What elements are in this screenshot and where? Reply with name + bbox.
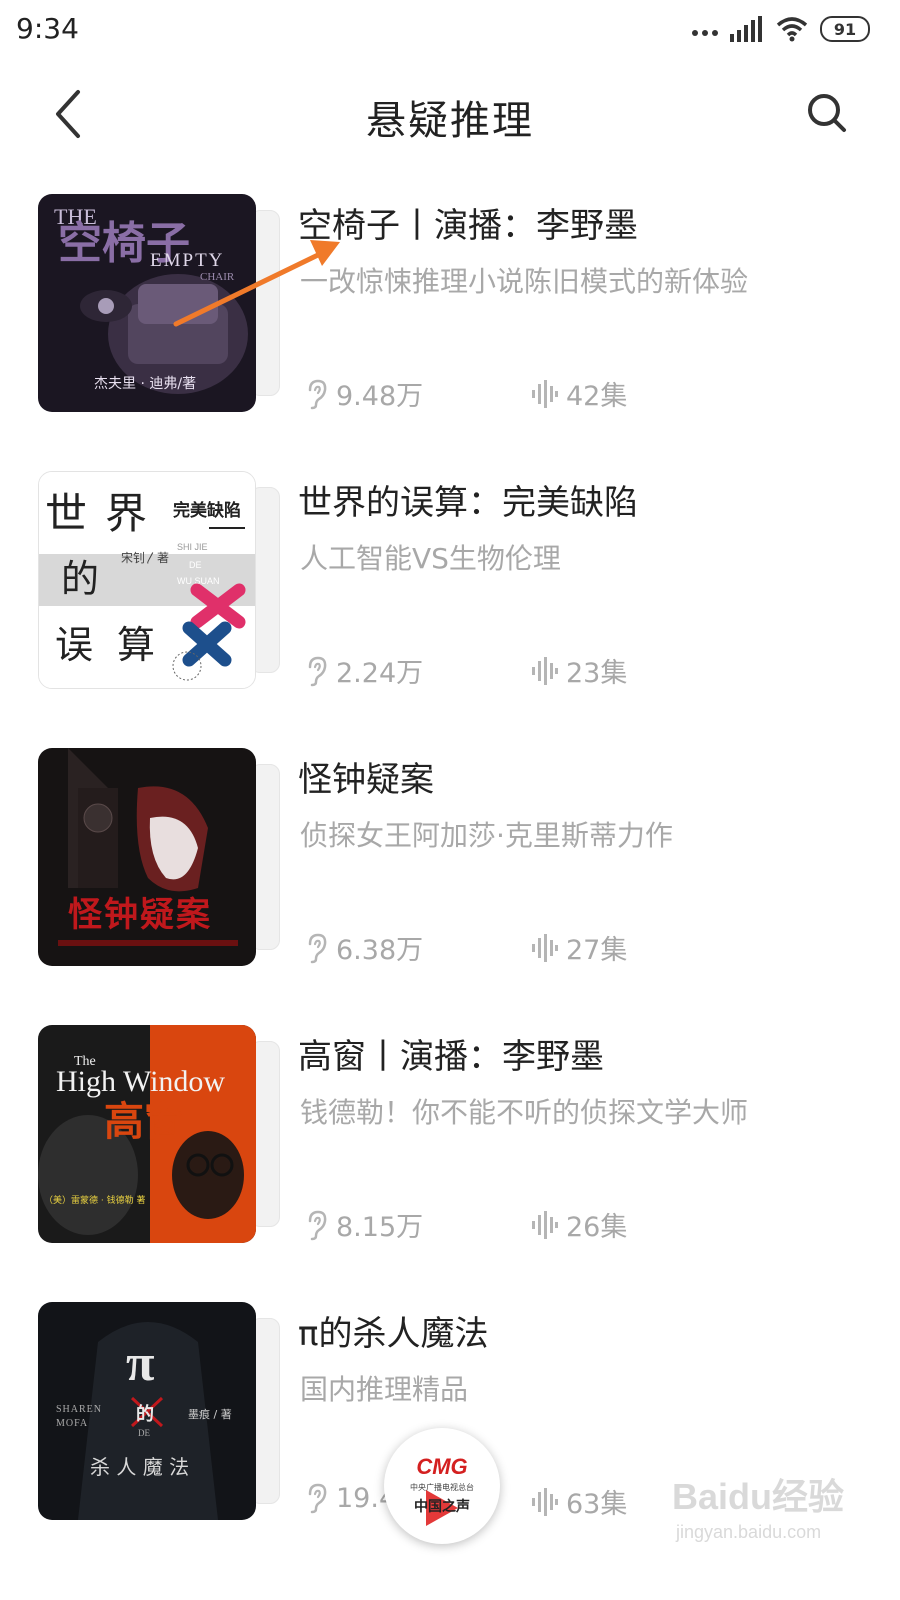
episode-count-value: 42集 xyxy=(566,381,628,412)
search-button[interactable] xyxy=(802,88,854,140)
baidu-watermark: Baidu经验 jingyan.baidu.com xyxy=(672,1468,852,1558)
episode-count: 27集 xyxy=(532,928,627,967)
episode-count: 63集 xyxy=(532,1482,627,1521)
listen-count: 19.4 xyxy=(306,1482,396,1514)
signal-icon xyxy=(730,16,762,42)
more-dots-icon xyxy=(692,30,718,36)
audio-wave-icon xyxy=(532,933,558,962)
search-icon xyxy=(808,94,846,132)
battery-indicator: 91 xyxy=(820,16,870,42)
listen-count-value: 9.48万 xyxy=(336,381,424,412)
cover-text: 算 xyxy=(117,623,155,667)
cover-text: 高窗 xyxy=(104,1099,184,1145)
cover-text: 墨痕 / 著 xyxy=(188,1407,232,1421)
listen-count: 2.24万 xyxy=(306,651,423,690)
cmg-logo: CMG xyxy=(416,1454,468,1479)
cover-text: EMPTY xyxy=(150,250,224,271)
audio-wave-icon xyxy=(532,379,558,408)
episode-count-value: 26集 xyxy=(566,1212,628,1243)
watermark-main: Baidu经验 xyxy=(672,1476,845,1517)
book-title: π的杀人魔法 xyxy=(298,1314,489,1354)
book-desc: 国内推理精品 xyxy=(300,1373,469,1406)
cover-wrap: 世 界 的 误 算 完美缺陷 宋钊〳著 SHI JIE DE WU SUAN xyxy=(38,471,280,689)
episode-count-value: 23集 xyxy=(566,658,628,689)
cover-text: 界 xyxy=(105,489,147,538)
episode-count: 42集 xyxy=(532,374,627,413)
cover-text: DE xyxy=(138,1428,150,1438)
book-item[interactable]: 世 界 的 误 算 完美缺陷 宋钊〳著 SHI JIE DE WU SUAN 世… xyxy=(0,457,900,734)
episode-count-value: 27集 xyxy=(566,935,628,966)
cover-text: CHAIR xyxy=(200,271,235,283)
cover-text: DE xyxy=(189,560,202,570)
book-list: THE 空椅子 EMPTY CHAIR 杰夫里 · 迪弗/著 空椅子丨演播：李野… xyxy=(0,180,900,1565)
floating-player-button[interactable]: CMG 中央广播电视总台 中国之声 xyxy=(384,1428,500,1544)
cover-text: （美）雷蒙德 · 钱德勒 著 xyxy=(44,1194,145,1206)
status-icons: 91 xyxy=(692,16,870,42)
cover-text: 杰夫里 · 迪弗/著 xyxy=(94,376,196,392)
book-cover[interactable]: π 的 DE 杀 人 魔 法 墨痕 / 著 SHAREN MOFA xyxy=(38,1302,256,1520)
listen-count: 6.38万 xyxy=(306,928,423,967)
cover-wrap: THE 空椅子 EMPTY CHAIR 杰夫里 · 迪弗/著 xyxy=(38,194,280,412)
episode-count: 23集 xyxy=(532,651,627,690)
cover-text: 怪钟疑案 xyxy=(68,895,212,935)
cover-text: 杀 人 魔 法 xyxy=(90,1455,189,1479)
book-title: 空椅子丨演播：李野墨 xyxy=(298,206,638,246)
cover-text: SHAREN xyxy=(56,1404,102,1415)
player-station-name: 中国之声 xyxy=(414,1499,470,1515)
cover-text: 世 xyxy=(45,489,87,538)
book-title: 高窗丨演播：李野墨 xyxy=(298,1037,604,1077)
book-title: 怪钟疑案 xyxy=(298,760,434,800)
book-cover[interactable]: 世 界 的 误 算 完美缺陷 宋钊〳著 SHI JIE DE WU SUAN xyxy=(38,471,256,689)
cover-text: 误 xyxy=(55,623,93,667)
ear-icon xyxy=(308,656,327,686)
cover-text: MOFA xyxy=(56,1418,88,1429)
listen-count-value: 6.38万 xyxy=(336,935,424,966)
episode-count: 26集 xyxy=(532,1205,627,1244)
audio-wave-icon xyxy=(532,1487,558,1516)
audio-wave-icon xyxy=(532,1210,558,1239)
book-desc: 人工智能VS生物伦理 xyxy=(300,542,561,575)
header: 悬疑推理 xyxy=(0,70,900,160)
episode-count-value: 63集 xyxy=(566,1489,628,1520)
cover-wrap: π 的 DE 杀 人 魔 法 墨痕 / 著 SHAREN MOFA xyxy=(38,1302,280,1520)
book-desc: 一改惊悚推理小说陈旧模式的新体验 xyxy=(300,265,749,298)
cover-text: 的 xyxy=(61,557,99,601)
ear-icon xyxy=(308,1210,327,1240)
ear-icon xyxy=(308,933,327,963)
audio-wave-icon xyxy=(532,656,558,685)
ear-icon xyxy=(308,379,327,409)
cover-text: 完美缺陷 xyxy=(173,500,241,521)
listen-count-value: 2.24万 xyxy=(336,658,424,689)
book-cover[interactable]: 怪钟疑案 xyxy=(38,748,256,966)
listen-count: 8.15万 xyxy=(306,1205,423,1244)
page-title: 悬疑推理 xyxy=(366,98,534,144)
book-title: 世界的误算：完美缺陷 xyxy=(298,483,638,523)
book-desc: 侦探女王阿加莎·克里斯蒂力作 xyxy=(300,819,673,852)
book-item[interactable]: The High Window 高窗 （美）雷蒙德 · 钱德勒 著 高窗丨演播：… xyxy=(0,1011,900,1288)
cover-text: 宋钊〳著 xyxy=(121,550,169,565)
watermark-sub: jingyan.baidu.com xyxy=(676,1522,822,1542)
book-desc: 钱德勒！你不能不听的侦探文学大师 xyxy=(300,1096,749,1129)
wifi-icon xyxy=(776,17,808,42)
ear-icon xyxy=(308,1483,327,1514)
status-bar: 9:34 91 xyxy=(0,0,900,62)
status-time: 9:34 xyxy=(16,12,79,45)
cover-text: π xyxy=(126,1335,155,1392)
listen-count: 9.48万 xyxy=(306,374,423,413)
book-cover[interactable]: The High Window 高窗 （美）雷蒙德 · 钱德勒 著 xyxy=(38,1025,256,1243)
cover-wrap: The High Window 高窗 （美）雷蒙德 · 钱德勒 著 xyxy=(38,1025,280,1243)
cover-text: High Window xyxy=(56,1065,225,1098)
cover-text: SHI JIE xyxy=(177,542,208,552)
book-cover[interactable]: THE 空椅子 EMPTY CHAIR 杰夫里 · 迪弗/著 xyxy=(38,194,256,412)
book-item[interactable]: THE 空椅子 EMPTY CHAIR 杰夫里 · 迪弗/著 空椅子丨演播：李野… xyxy=(0,180,900,457)
cover-wrap: 怪钟疑案 xyxy=(38,748,280,966)
cover-text: 的 xyxy=(136,1403,154,1425)
book-item[interactable]: 怪钟疑案 怪钟疑案 侦探女王阿加莎·克里斯蒂力作 6.38万 27集 xyxy=(0,734,900,1011)
listen-count-value: 8.15万 xyxy=(336,1212,424,1243)
